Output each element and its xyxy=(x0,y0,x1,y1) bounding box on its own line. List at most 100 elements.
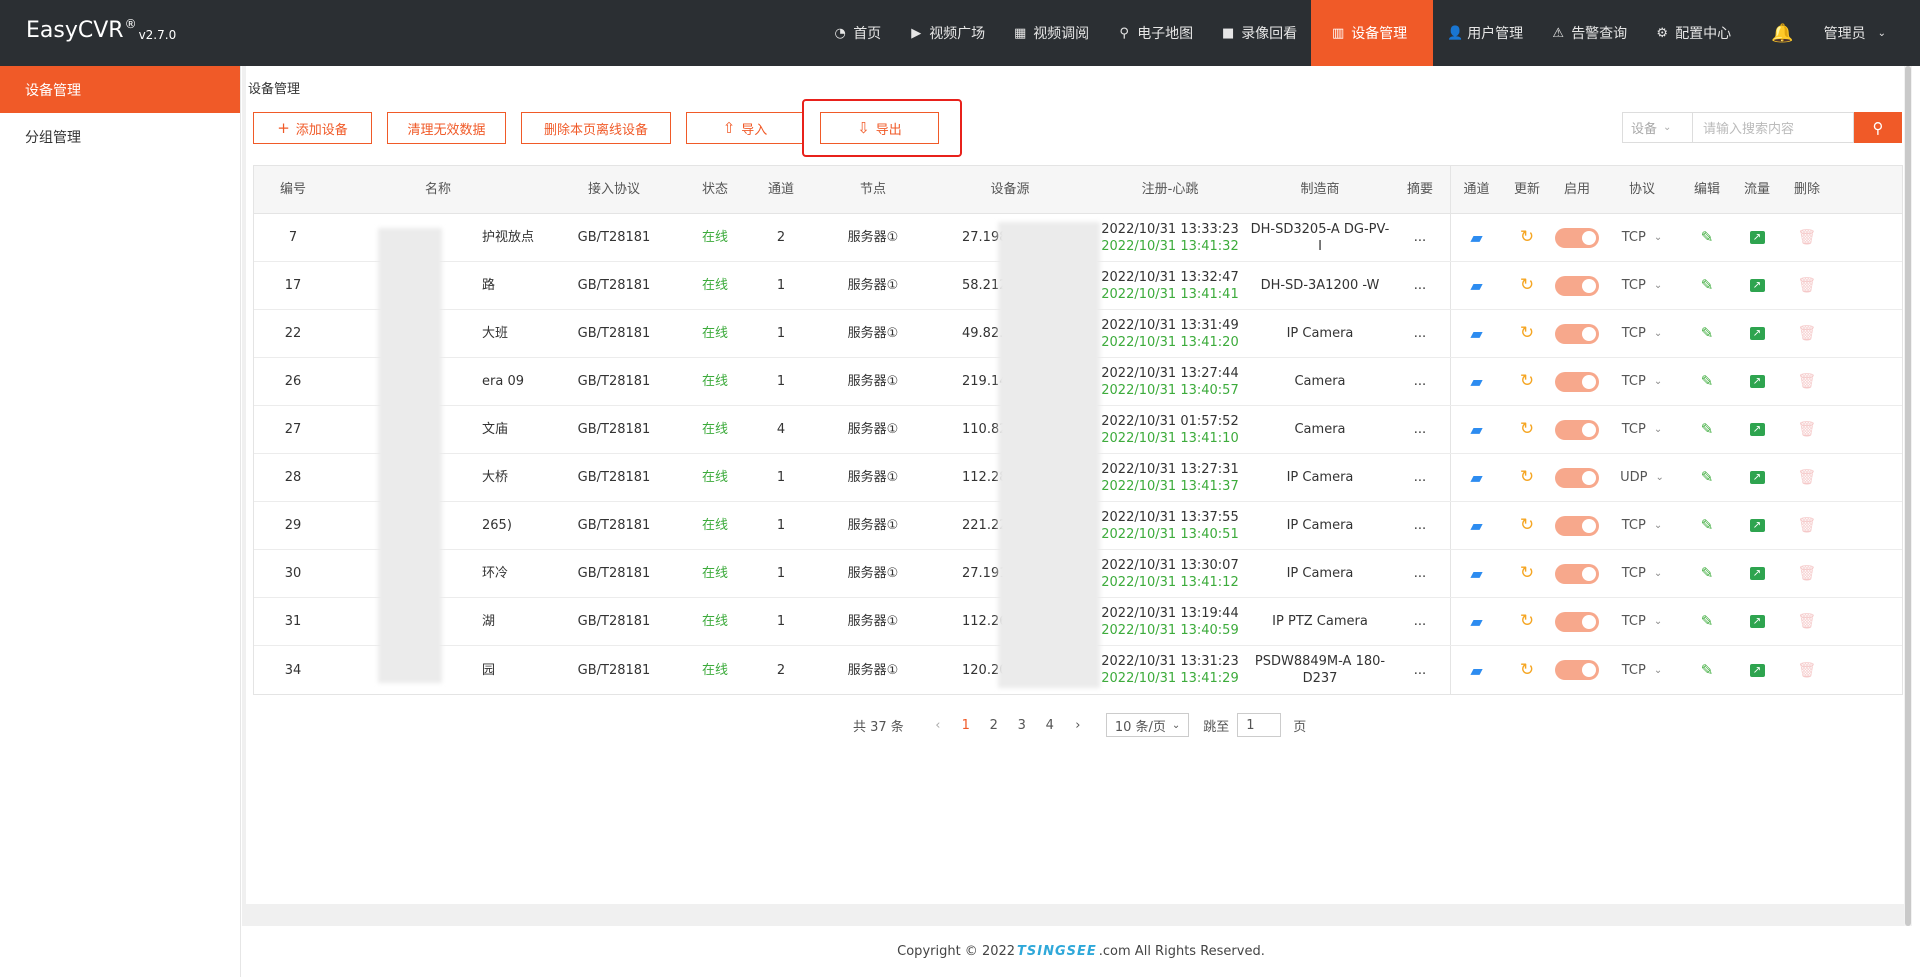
delete-button[interactable]: 🗑 xyxy=(1782,262,1832,309)
protocol-select-inner[interactable]: TCP ⌄ xyxy=(1622,277,1663,294)
nav-item-8[interactable]: ⚙ 配置中心 xyxy=(1641,0,1745,66)
edit-button[interactable]: ✎ xyxy=(1682,598,1732,645)
update-button[interactable]: ↻ xyxy=(1502,214,1552,261)
tsingsee-logo[interactable]: TSINGSEE xyxy=(1017,944,1097,959)
toggle-switch[interactable] xyxy=(1555,515,1599,536)
nav-item-5[interactable]: ▥ 设备管理 xyxy=(1311,0,1434,66)
clean-invalid-data-button[interactable]: 清理无效数据 xyxy=(387,112,506,144)
edit-button[interactable]: ✎ xyxy=(1682,310,1732,357)
protocol-select[interactable]: TCP ⌄ xyxy=(1602,358,1682,405)
page-2[interactable]: 2 xyxy=(980,718,1008,733)
enable-toggle[interactable] xyxy=(1552,214,1602,261)
search-input[interactable]: 请输入搜索内容 xyxy=(1692,112,1854,143)
flow-button[interactable]: ↗ xyxy=(1732,454,1782,501)
flow-button[interactable]: ↗ xyxy=(1732,550,1782,597)
cell-summary[interactable]: ... xyxy=(1390,454,1450,501)
channel-button[interactable]: ▰ xyxy=(1450,310,1502,357)
flow-button[interactable]: ↗ xyxy=(1732,646,1782,694)
protocol-select[interactable]: UDP ⌄ xyxy=(1602,454,1682,501)
page-3[interactable]: 3 xyxy=(1008,718,1036,733)
header-heartbeat[interactable]: 注册-心跳 xyxy=(1090,166,1250,213)
flow-button[interactable]: ↗ xyxy=(1732,502,1782,549)
channel-button[interactable]: ▰ xyxy=(1450,358,1502,405)
scrollbar[interactable] xyxy=(1904,66,1912,926)
nav-item-1[interactable]: ▶ 视频广场 xyxy=(895,0,999,66)
flow-button[interactable]: ↗ xyxy=(1732,214,1782,261)
edit-button[interactable]: ✎ xyxy=(1682,502,1732,549)
protocol-select[interactable]: TCP ⌄ xyxy=(1602,406,1682,453)
update-button[interactable]: ↻ xyxy=(1502,406,1552,453)
toggle-switch[interactable] xyxy=(1555,611,1599,632)
edit-button[interactable]: ✎ xyxy=(1682,646,1732,694)
channel-button[interactable]: ▰ xyxy=(1450,646,1502,694)
header-channel[interactable]: 通道 xyxy=(746,166,816,213)
enable-toggle[interactable] xyxy=(1552,502,1602,549)
toggle-switch[interactable] xyxy=(1555,467,1599,488)
header-id[interactable]: 编号 xyxy=(254,166,332,213)
edit-button[interactable]: ✎ xyxy=(1682,406,1732,453)
protocol-select-inner[interactable]: TCP ⌄ xyxy=(1622,565,1663,582)
cell-summary[interactable]: ... xyxy=(1390,598,1450,645)
user-menu[interactable]: 管理员 ⌄ xyxy=(1816,0,1920,66)
scrollbar-thumb[interactable] xyxy=(1905,66,1911,926)
nav-item-0[interactable]: ◔ 首页 xyxy=(819,0,895,66)
channel-button[interactable]: ▰ xyxy=(1450,550,1502,597)
delete-button[interactable]: 🗑 xyxy=(1782,502,1832,549)
search-button[interactable]: ⚲ xyxy=(1854,112,1902,143)
toggle-switch[interactable] xyxy=(1555,660,1599,680)
protocol-select[interactable]: TCP ⌄ xyxy=(1602,262,1682,309)
update-button[interactable]: ↻ xyxy=(1502,262,1552,309)
cell-summary[interactable]: ... xyxy=(1390,646,1450,694)
sidebar-item-group-management[interactable]: 分组管理 xyxy=(0,113,240,160)
header-status[interactable]: 状态 xyxy=(684,166,746,213)
cell-summary[interactable]: ... xyxy=(1390,502,1450,549)
import-button[interactable]: ⇧ 导入 xyxy=(686,112,804,144)
header-node[interactable]: 节点 xyxy=(816,166,930,213)
protocol-select[interactable]: TCP ⌄ xyxy=(1602,646,1682,694)
edit-button[interactable]: ✎ xyxy=(1682,454,1732,501)
protocol-select-inner[interactable]: TCP ⌄ xyxy=(1622,421,1663,438)
flow-button[interactable]: ↗ xyxy=(1732,262,1782,309)
enable-toggle[interactable] xyxy=(1552,262,1602,309)
update-button[interactable]: ↻ xyxy=(1502,502,1552,549)
update-button[interactable]: ↻ xyxy=(1502,598,1552,645)
update-button[interactable]: ↻ xyxy=(1502,358,1552,405)
protocol-select-inner[interactable]: TCP ⌄ xyxy=(1622,662,1663,679)
toggle-switch[interactable] xyxy=(1555,227,1599,248)
enable-toggle[interactable] xyxy=(1552,550,1602,597)
update-button[interactable]: ↻ xyxy=(1502,646,1552,694)
nav-item-7[interactable]: ⚠ 告警查询 xyxy=(1537,0,1641,66)
cell-summary[interactable]: ... xyxy=(1390,262,1450,309)
protocol-select[interactable]: TCP ⌄ xyxy=(1602,502,1682,549)
brand-logo[interactable]: EasyCVR ® v2.7.0 xyxy=(26,17,176,43)
delete-button[interactable]: 🗑 xyxy=(1782,646,1832,694)
enable-toggle[interactable] xyxy=(1552,406,1602,453)
channel-button[interactable]: ▰ xyxy=(1450,454,1502,501)
header-manufacturer[interactable]: 制造商 xyxy=(1250,166,1390,213)
channel-button[interactable]: ▰ xyxy=(1450,406,1502,453)
protocol-select-inner[interactable]: TCP ⌄ xyxy=(1622,613,1663,630)
toggle-switch[interactable] xyxy=(1555,419,1599,440)
channel-button[interactable]: ▰ xyxy=(1450,214,1502,261)
nav-item-6[interactable]: 👤 用户管理 xyxy=(1433,0,1537,66)
page-4[interactable]: 4 xyxy=(1036,718,1064,733)
delete-offline-devices-button[interactable]: 删除本页离线设备 xyxy=(521,112,671,144)
delete-button[interactable]: 🗑 xyxy=(1782,454,1832,501)
flow-button[interactable]: ↗ xyxy=(1732,310,1782,357)
enable-toggle[interactable] xyxy=(1552,646,1602,694)
edit-button[interactable]: ✎ xyxy=(1682,550,1732,597)
header-summary[interactable]: 摘要 xyxy=(1390,166,1450,213)
add-device-button[interactable]: + 添加设备 xyxy=(253,112,372,144)
delete-button[interactable]: 🗑 xyxy=(1782,310,1832,357)
toggle-switch[interactable] xyxy=(1555,323,1599,344)
sidebar-item-device-management[interactable]: 设备管理 xyxy=(0,66,240,113)
enable-toggle[interactable] xyxy=(1552,310,1602,357)
search-field-select[interactable]: 设备 ⌄ xyxy=(1622,112,1692,143)
enable-toggle[interactable] xyxy=(1552,454,1602,501)
header-source[interactable]: 设备源 xyxy=(930,166,1090,213)
delete-button[interactable]: 🗑 xyxy=(1782,598,1832,645)
cell-summary[interactable]: ... xyxy=(1390,310,1450,357)
protocol-select-inner[interactable]: TCP ⌄ xyxy=(1622,229,1663,246)
delete-button[interactable]: 🗑 xyxy=(1782,550,1832,597)
page-size-select[interactable]: 10 条/页 ⌄ xyxy=(1105,713,1190,737)
